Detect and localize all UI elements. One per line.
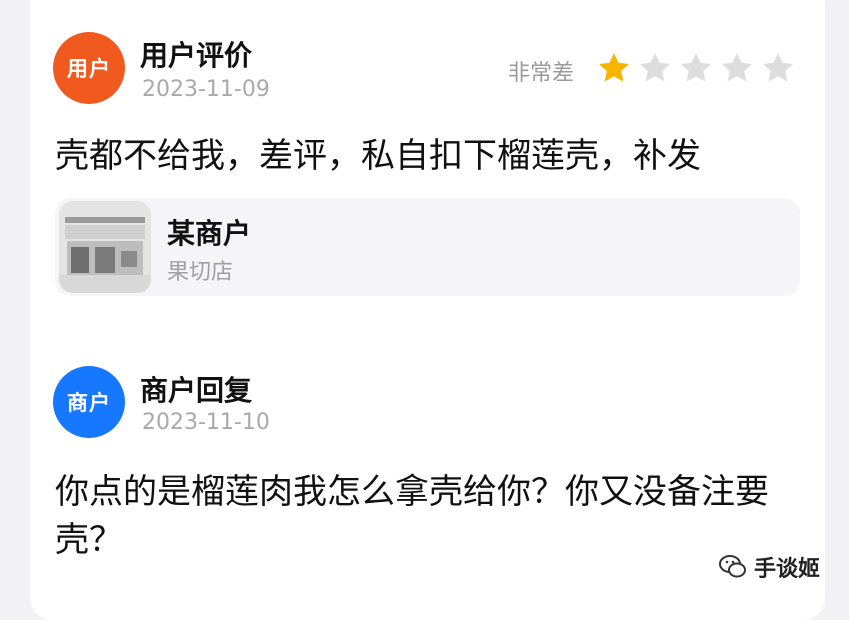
reply-author: 商户回复 — [140, 374, 253, 407]
store-name: 某商户 — [167, 217, 252, 250]
review-text: 壳都不给我，差评，私自扣下榴莲壳，补发 — [55, 136, 701, 176]
user-avatar[interactable]: 用户 — [53, 32, 125, 104]
star-icon-5 — [763, 53, 793, 82]
review-author: 用户评价 — [140, 39, 253, 72]
rating-label: 非常差 — [508, 61, 575, 86]
store-card[interactable]: 某商户 果切店 — [55, 198, 800, 296]
merchant-avatar[interactable]: 商户 — [53, 366, 125, 438]
reply-date: 2023-11-10 — [142, 410, 270, 435]
review-date: 2023-11-09 — [142, 77, 270, 102]
wechat-icon — [719, 555, 746, 578]
watermark: 手谈姬 — [718, 551, 820, 583]
storefront-icon — [59, 201, 151, 293]
star-icon-1 — [599, 53, 629, 82]
star-icon-2 — [640, 53, 670, 82]
reply-text: 你点的是榴莲肉我怎么拿壳给你？你又没备注要壳？ — [55, 472, 769, 560]
store-subtitle: 果切店 — [167, 260, 234, 285]
star-rating — [596, 50, 796, 86]
watermark-text: 手谈姬 — [754, 557, 821, 582]
star-icon-4 — [722, 53, 752, 82]
star-icon-3 — [681, 53, 711, 82]
